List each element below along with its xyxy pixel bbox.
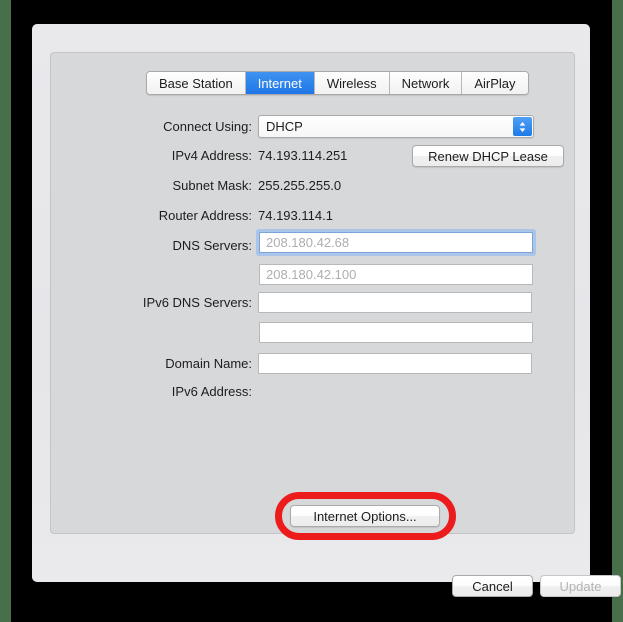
label-subnet-mask: Subnet Mask: (172, 178, 253, 193)
row-router-address: Router Address: 74.193.114.1 (100, 208, 333, 223)
tab-network[interactable]: Network (389, 72, 463, 94)
row-ipv6-address: IPv6 Address: (100, 384, 258, 399)
tab-airplay[interactable]: AirPlay (462, 72, 528, 94)
row-connect-using: Connect Using: DHCP (100, 115, 534, 138)
label-ipv4-address: IPv4 Address: (171, 148, 252, 163)
row-ipv6-dns-servers: IPv6 DNS Servers: (100, 292, 532, 313)
dns-server-2-input[interactable]: 208.180.42.100 (259, 264, 533, 285)
domain-name-input[interactable] (258, 353, 532, 374)
connect-using-value: DHCP (266, 119, 303, 134)
label-ipv6-address: IPv6 Address: (171, 384, 252, 399)
dns-server-2-value: 208.180.42.100 (266, 267, 357, 282)
desktop-background-left (0, 0, 11, 622)
row-ipv4-address: IPv4 Address: 74.193.114.251 (100, 148, 348, 163)
value-subnet-mask: 255.255.255.0 (258, 178, 342, 193)
tab-bar: Base Station Internet Wireless Network A… (146, 71, 529, 95)
tab-wireless[interactable]: Wireless (314, 72, 390, 94)
desktop-background-right (612, 0, 623, 622)
label-connect-using: Connect Using: (163, 119, 252, 134)
screenshot-root: Base Station Internet Wireless Network A… (0, 0, 623, 622)
row-domain-name: Domain Name: (100, 353, 532, 374)
cancel-button[interactable]: Cancel (452, 575, 533, 597)
internet-options-button[interactable]: Internet Options... (290, 505, 440, 527)
ipv6-dns-server-2-input[interactable] (259, 322, 533, 343)
dns-server-1-value: 208.180.42.68 (266, 235, 350, 250)
airport-utility-window: Base Station Internet Wireless Network A… (32, 24, 621, 597)
label-ipv6-dns-servers: IPv6 DNS Servers: (142, 295, 252, 310)
value-ipv4-address: 74.193.114.251 (258, 148, 348, 163)
ipv6-dns-server-1-input[interactable] (258, 292, 532, 313)
update-button: Update (540, 575, 621, 597)
label-router-address: Router Address: (158, 208, 252, 223)
renew-dhcp-lease-button[interactable]: Renew DHCP Lease (412, 145, 564, 167)
value-router-address: 74.193.114.1 (258, 208, 333, 223)
dns-server-1-input[interactable]: 208.180.42.68 (259, 232, 533, 253)
tab-base-station[interactable]: Base Station (147, 72, 246, 94)
tab-internet[interactable]: Internet (245, 72, 315, 94)
updown-chevron-icon[interactable] (513, 117, 532, 136)
row-subnet-mask: Subnet Mask: 255.255.255.0 (100, 178, 342, 193)
label-domain-name: Domain Name: (165, 356, 252, 371)
connect-using-popup[interactable]: DHCP (258, 115, 534, 138)
label-dns-servers: DNS Servers: (172, 238, 252, 253)
